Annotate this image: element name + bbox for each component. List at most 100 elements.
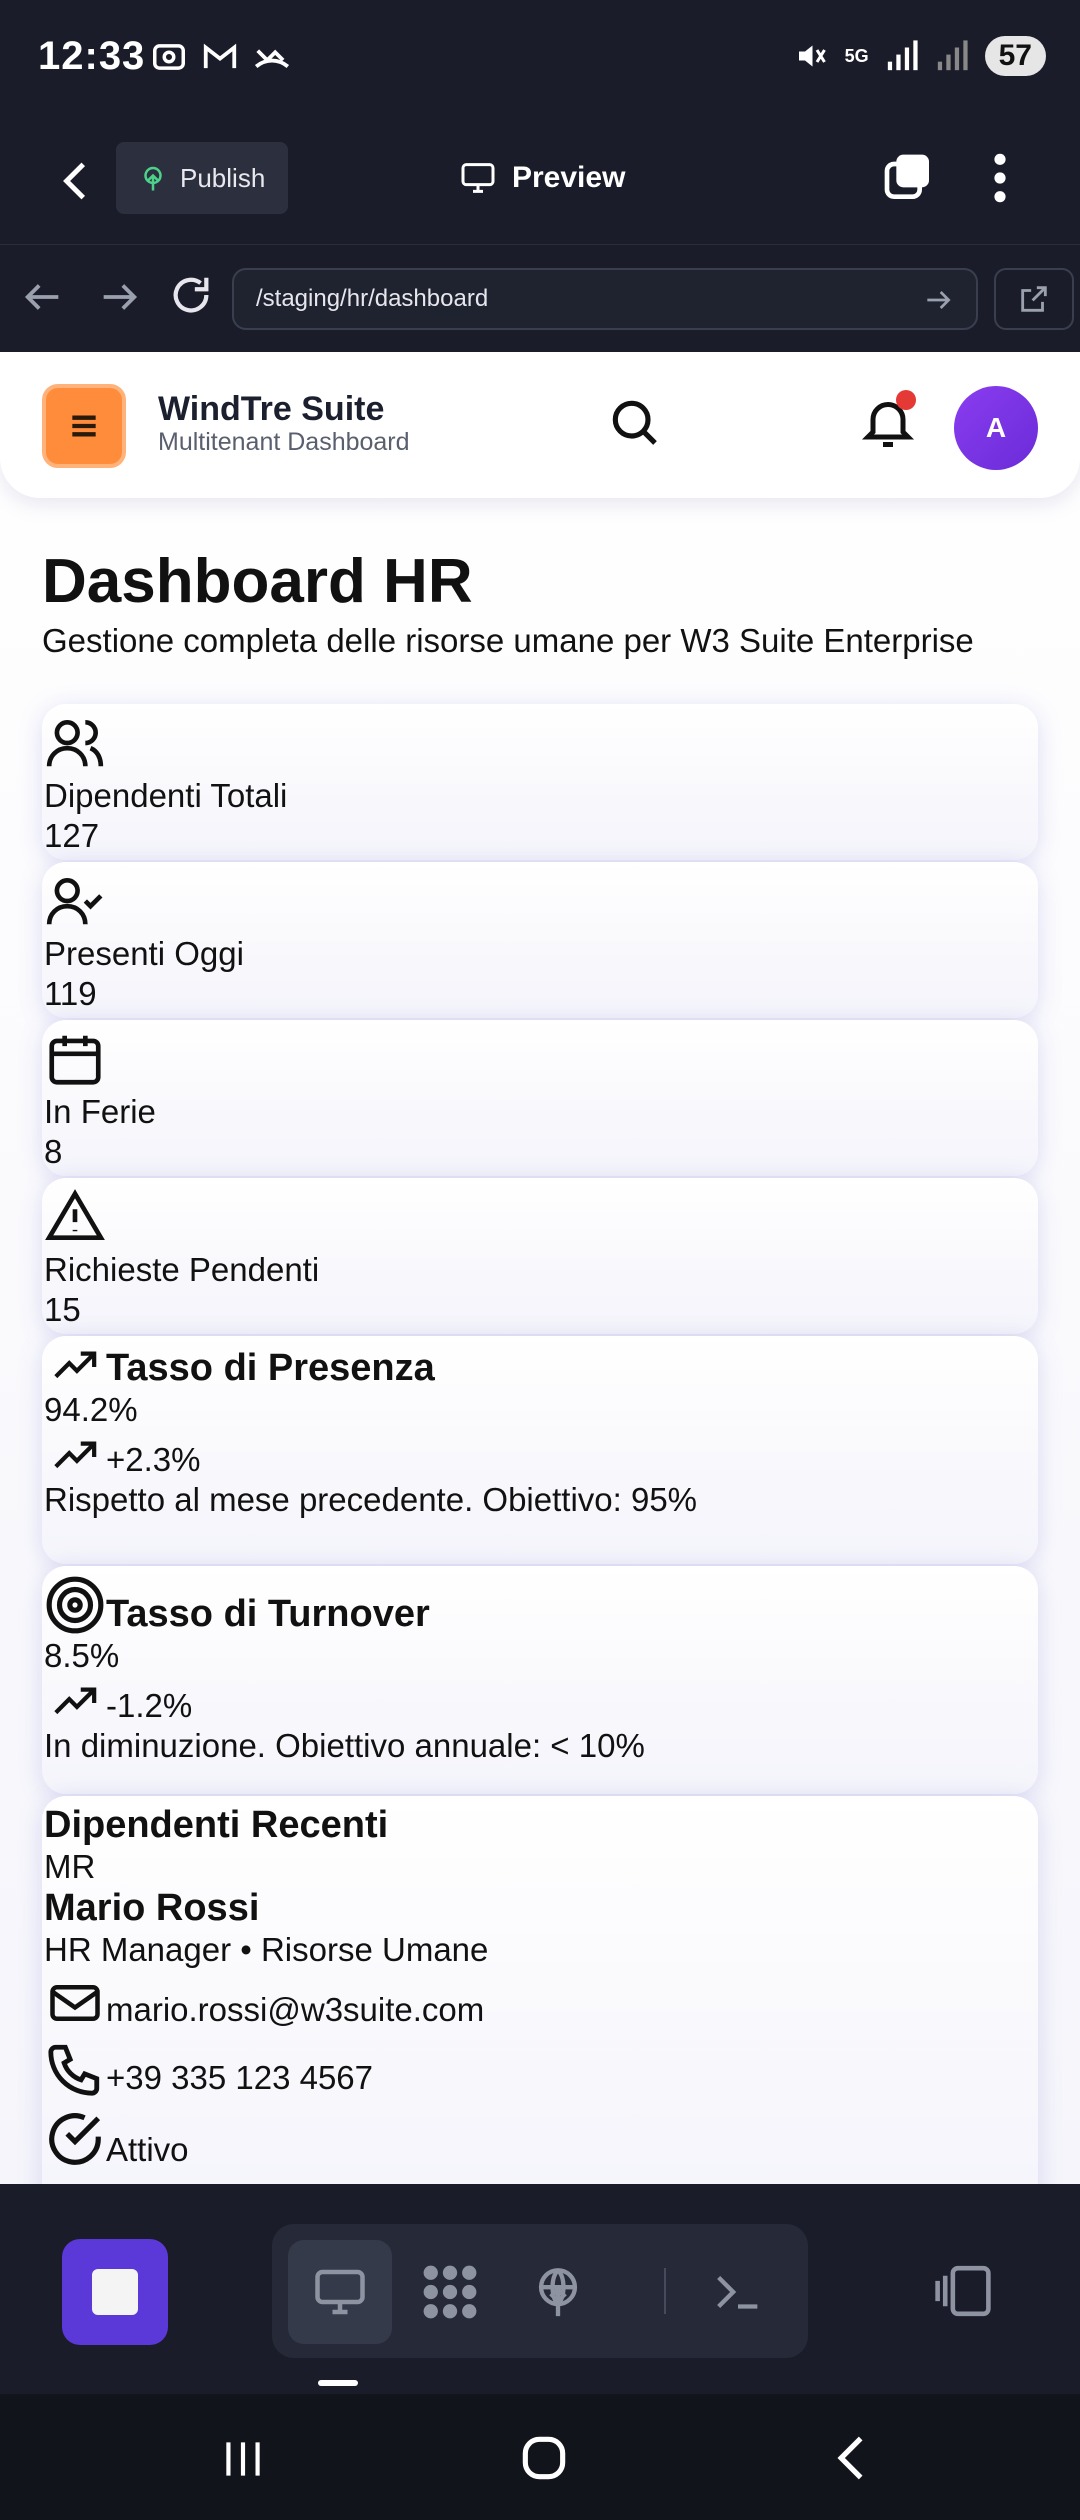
signal-secondary-icon — [937, 40, 968, 71]
kpi-note: Rispetto al mese precedente. Obiettivo: … — [44, 1481, 698, 1518]
trending-up-icon — [54, 1687, 97, 1715]
more-vertical-icon — [994, 153, 1006, 203]
chevron-left-icon — [837, 2436, 863, 2480]
dock-components-tab[interactable] — [398, 2240, 502, 2344]
back-button[interactable] — [52, 156, 102, 206]
arrow-left-icon — [24, 284, 59, 310]
page-subtitle: Gestione completa delle risorse umane pe… — [42, 622, 974, 659]
trending-up-icon — [54, 1441, 97, 1469]
tabs-button[interactable] — [880, 150, 936, 206]
signal-icon — [887, 40, 918, 71]
app-toolbar: Publish Preview — [0, 120, 1080, 245]
stat-card-pending-requests: Richieste Pendenti 15 — [42, 1178, 1038, 1334]
browser-back-button[interactable] — [20, 274, 66, 325]
stat-value: 127 — [44, 817, 100, 854]
open-external-button[interactable] — [994, 268, 1074, 330]
recent-apps-button[interactable] — [218, 2434, 268, 2489]
device-toggle-button[interactable] — [930, 2260, 996, 2327]
mail-icon — [50, 1985, 100, 2021]
kpi-value: 94.2% — [44, 1391, 138, 1428]
screenshot-icon — [153, 44, 185, 70]
battery-indicator: 57 — [984, 36, 1046, 76]
employee-name[interactable]: Mario Rossi — [44, 1887, 1036, 1930]
kpi-delta-row: +2.3% — [44, 1434, 1036, 1480]
missed-call-icon — [254, 49, 290, 69]
kpi-card-turnover: Tasso di Turnover 8.5% -1.2% In diminuzi… — [42, 1566, 1038, 1794]
dock-publish-tab[interactable] — [506, 2240, 610, 2344]
reload-button[interactable] — [168, 272, 214, 323]
employee-status: Attivo — [106, 2131, 189, 2168]
target-icon — [46, 1576, 104, 1634]
users-icon — [46, 720, 104, 767]
kpi-delta-row: -1.2% — [44, 1680, 1036, 1726]
system-back-button[interactable] — [826, 2432, 878, 2489]
status-time: 12:33 — [38, 34, 146, 78]
dock-console-tab[interactable] — [686, 2240, 790, 2344]
system-nav-bar — [0, 2394, 1080, 2520]
site-header: WindTre Suite Multitenant Dashboard A — [0, 352, 1080, 498]
alert-triangle-icon — [45, 1189, 105, 1240]
employee-email-row[interactable]: mario.rossi@w3suite.com — [44, 1976, 1036, 2030]
app-dock — [0, 2184, 1080, 2394]
browser-forward-button[interactable] — [96, 274, 142, 325]
status-system-icons: 5G 57 — [793, 36, 1046, 76]
home-button[interactable] — [516, 2430, 572, 2491]
menu-icon — [72, 415, 96, 437]
dock-tabs — [272, 2224, 808, 2358]
grid-blobs-icon — [423, 2265, 477, 2319]
recent-apps-icon — [226, 2442, 260, 2476]
dock-preview-tab[interactable] — [288, 2240, 392, 2344]
employee-phone: +39 335 123 4567 — [106, 2059, 374, 2096]
monitor-icon — [315, 2269, 365, 2315]
overflow-menu-button[interactable] — [980, 150, 1020, 206]
url-bar: /staging/hr/dashboard — [0, 246, 1080, 352]
stat-card-present-today: Presenti Oggi 119 — [42, 862, 1038, 1018]
monitor-icon — [461, 163, 495, 193]
status-bar: 12:33 5G 57 — [0, 0, 1080, 120]
notification-badge — [896, 390, 916, 410]
trending-up-icon — [54, 1351, 97, 1379]
publish-icon — [144, 166, 162, 191]
preview-button[interactable]: Preview — [458, 152, 625, 204]
preview-label: Preview — [512, 161, 626, 194]
publish-button[interactable]: Publish — [116, 142, 288, 214]
stat-value: 119 — [44, 975, 97, 1012]
gmail-icon — [203, 43, 237, 69]
stat-value: 15 — [44, 1291, 81, 1328]
recent-employees-card: Dipendenti Recenti MR Mario Rossi HR Man… — [42, 1796, 1038, 2184]
stat-card-total-employees: Dipendenti Totali 127 — [42, 704, 1038, 860]
external-link-icon — [1021, 286, 1047, 312]
employee-phone-row[interactable]: +39 335 123 4567 — [44, 2040, 1036, 2098]
calendar-icon — [49, 1035, 101, 1085]
stop-icon — [92, 2269, 138, 2315]
stat-label: Presenti Oggi — [44, 935, 244, 972]
employee-status-row: Attivo — [44, 2108, 1036, 2170]
search-button[interactable] — [606, 394, 662, 450]
kpi-title: Tasso di Turnover — [106, 1593, 430, 1635]
employee-email: mario.rossi@w3suite.com — [106, 1991, 485, 2028]
stat-value: 8 — [44, 1133, 63, 1170]
kpi-card-attendance: Tasso di Presenza 94.2% +2.3% Rispetto a… — [42, 1336, 1038, 1564]
user-avatar[interactable]: A — [954, 386, 1038, 470]
stat-card-on-leave: In Ferie 8 — [42, 1020, 1038, 1176]
brand-title: WindTre Suite — [158, 390, 385, 428]
kpi-header: Tasso di Presenza — [44, 1344, 1036, 1390]
web-viewport: WindTre Suite Multitenant Dashboard A Da… — [0, 352, 1080, 2184]
user-check-icon — [46, 878, 103, 925]
terminal-icon — [717, 2275, 758, 2309]
arrow-right-icon[interactable] — [922, 284, 954, 316]
home-icon — [522, 2436, 566, 2480]
dock-divider — [664, 2268, 666, 2314]
check-circle-icon — [49, 2113, 101, 2165]
kpi-delta: +2.3% — [106, 1441, 201, 1478]
employee-role: HR Manager • Risorse Umane — [44, 1931, 489, 1968]
hamburger-menu-button[interactable] — [42, 384, 126, 468]
url-input[interactable]: /staging/hr/dashboard — [232, 268, 978, 330]
stat-label: Dipendenti Totali — [44, 777, 288, 814]
stat-label: Richieste Pendenti — [44, 1251, 320, 1288]
device-layout-icon — [935, 2265, 991, 2317]
kpi-title: Tasso di Presenza — [106, 1347, 435, 1389]
chevron-left-icon — [63, 162, 86, 200]
status-notification-icons — [150, 38, 292, 76]
stop-button[interactable] — [62, 2239, 168, 2345]
